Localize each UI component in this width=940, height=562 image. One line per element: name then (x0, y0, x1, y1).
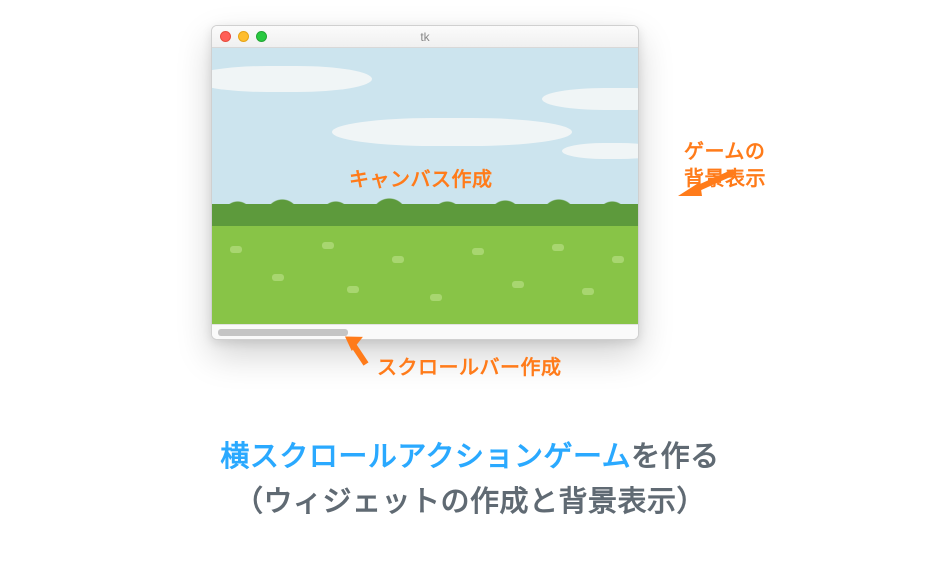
arrow-icon (340, 332, 380, 368)
cloud (562, 143, 638, 159)
scrollbar-annotation: スクロールバー作成 (377, 355, 562, 382)
grass (212, 226, 638, 324)
headline-subtitle: （ウィジェットの作成と背景表示） (234, 486, 706, 518)
cloud (332, 118, 572, 146)
window-title: tk (212, 30, 638, 44)
headline-rest: を作る (631, 441, 720, 473)
window-titlebar: tk (212, 26, 638, 48)
arrow-icon (676, 168, 736, 198)
horizontal-scrollbar[interactable] (212, 324, 638, 339)
scrollbar-thumb[interactable] (218, 329, 348, 336)
background-annotation-line1: ゲームの (684, 141, 765, 163)
cloud (212, 66, 372, 92)
headline: 横スクロールアクションゲームを作る （ウィジェットの作成と背景表示） (0, 435, 940, 525)
canvas-annotation: キャンバス作成 (349, 167, 493, 194)
headline-highlight: 横スクロールアクションゲーム (220, 441, 631, 473)
